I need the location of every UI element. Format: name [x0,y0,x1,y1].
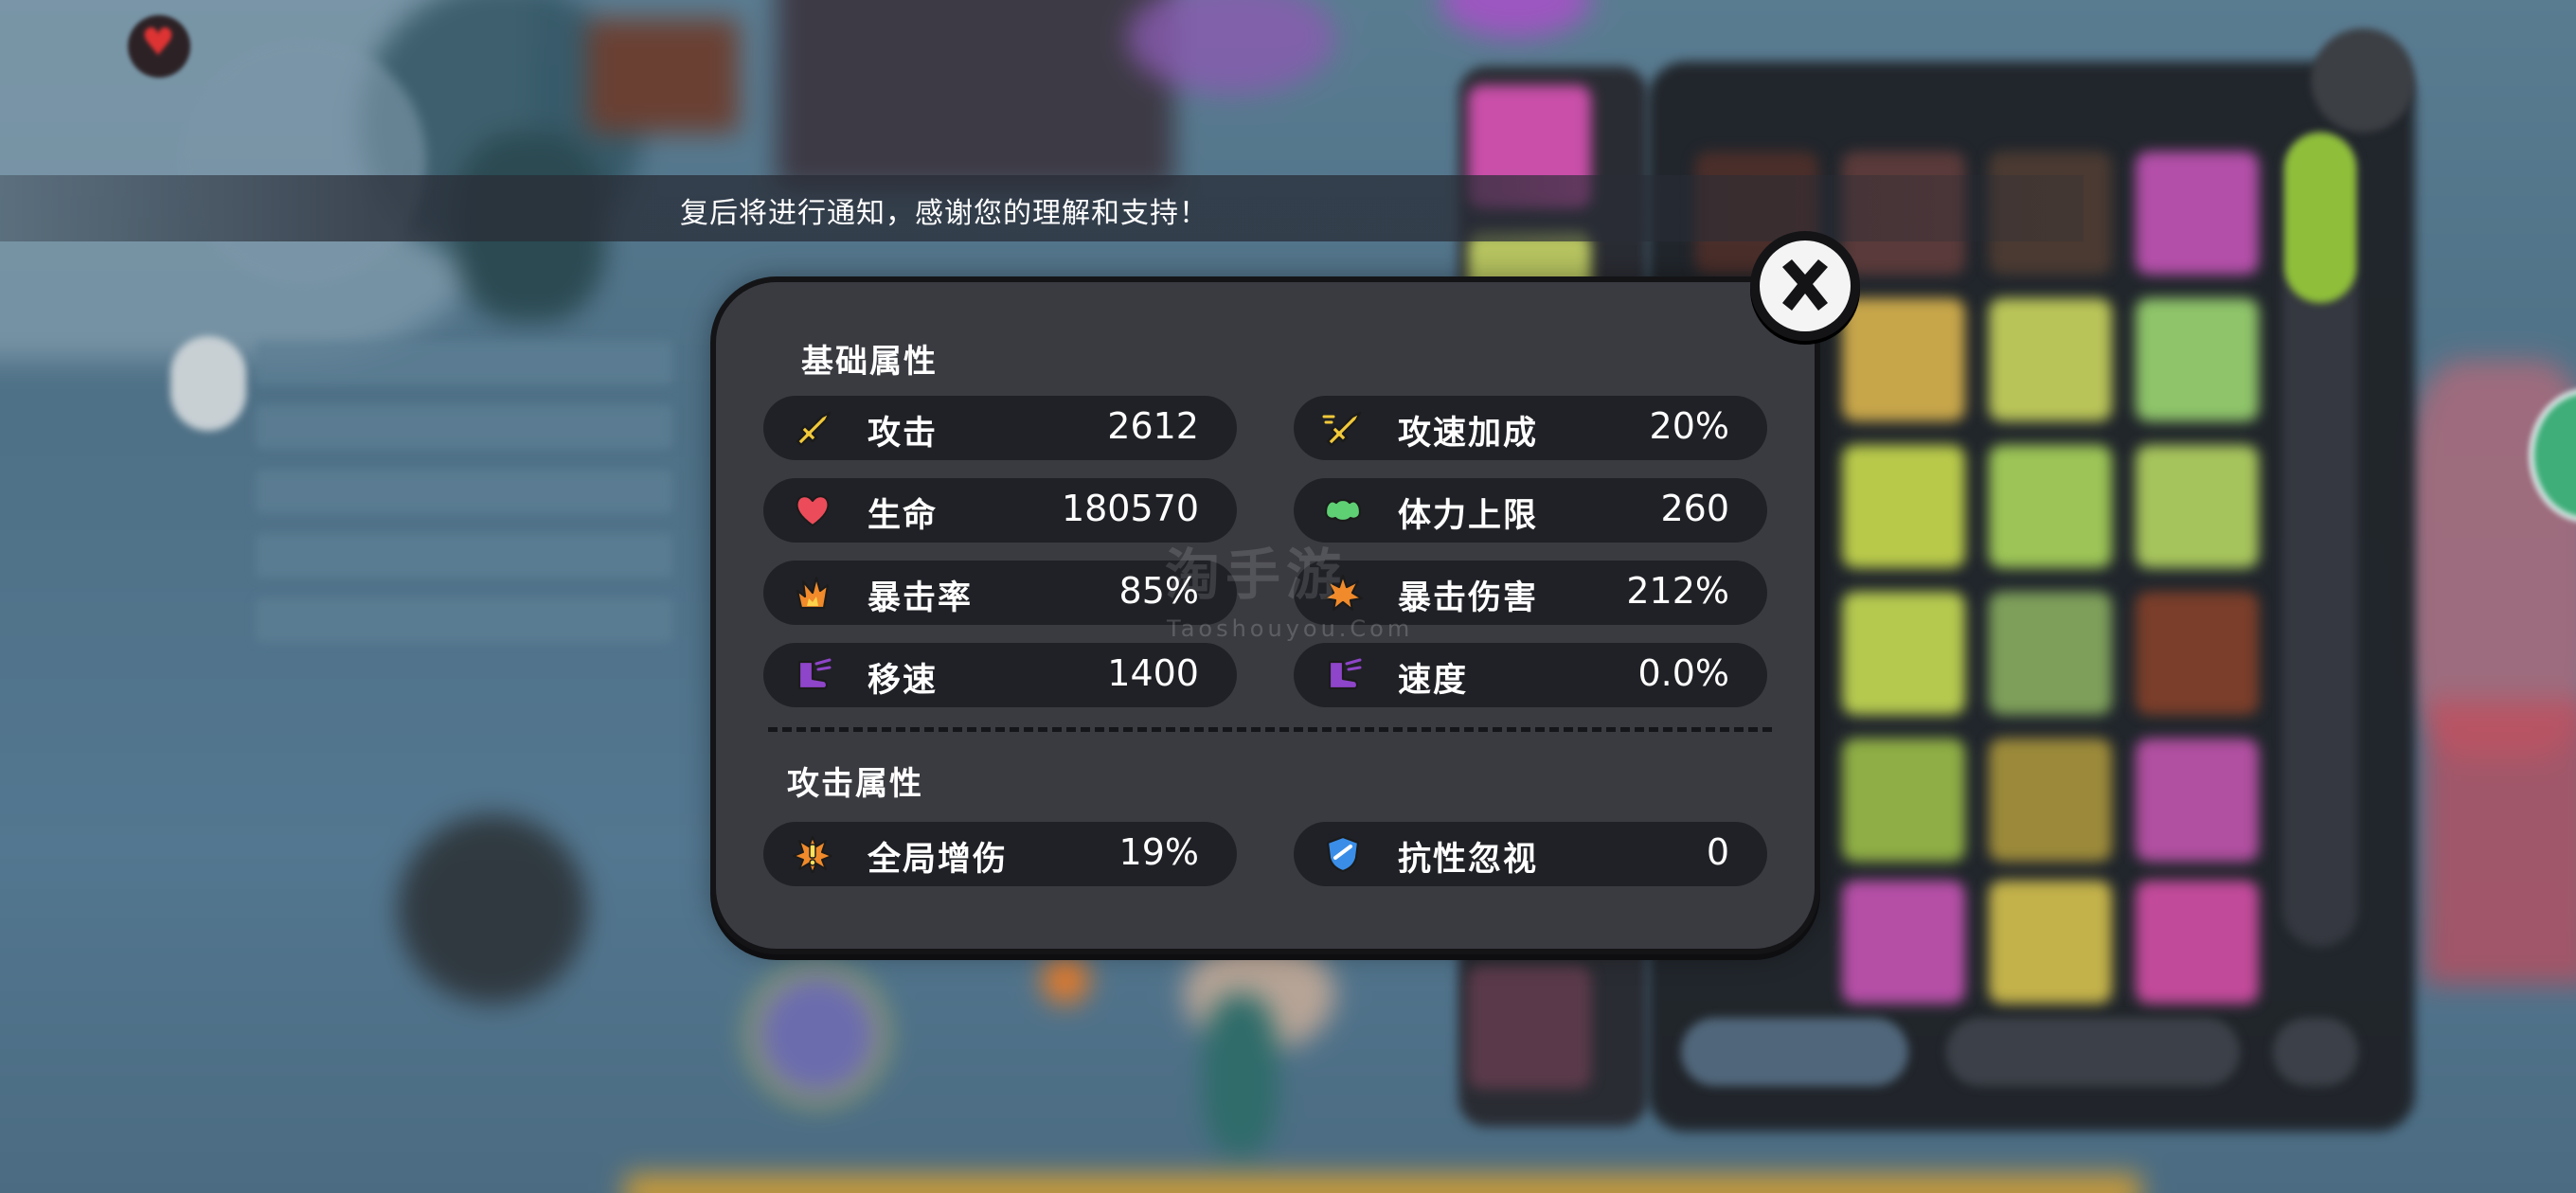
sword-icon [792,409,833,447]
notice-text: 复后将进行通知，感谢您的理解和支持！ [680,197,1208,230]
damage-boost-icon [792,835,833,873]
stat-label: 暴击率 [868,579,974,617]
attack-attributes-title: 攻击属性 [787,765,923,803]
inventory-button [1681,1018,1908,1086]
stat-label: 生命 [868,497,939,535]
avatar [170,336,246,431]
stat-label: 全局增伤 [868,841,1009,879]
stat-row-speed: 速度 0.0% [1294,643,1767,707]
boot-icon [792,656,833,694]
inventory-filter-tab [2284,133,2356,303]
stat-label: 攻速加成 [1398,415,1539,453]
watermark-sub: Taoshouyou.Com [1167,615,1414,642]
stat-label: 速度 [1398,662,1469,700]
inventory-close-icon [2311,28,2415,133]
minimap [180,38,426,284]
basic-attributes-title: 基础属性 [801,343,938,381]
muscle-icon [1322,491,1364,529]
boot-icon [1322,656,1364,694]
virtual-joystick [398,814,587,1004]
shield-icon [1322,835,1364,873]
stat-row-resist-ignore: 抗性忽视 0 [1294,822,1767,886]
inventory-button [1946,1018,2240,1086]
close-button[interactable] [1750,231,1860,341]
team-list [256,341,672,663]
stat-label: 暴击伤害 [1398,579,1539,617]
stat-value: 20% [1649,405,1729,447]
stat-row-attack-speed: 攻速加成 20% [1294,396,1767,460]
stat-value: 180570 [1061,488,1199,529]
stat-label: 攻击 [868,415,939,453]
heart-icon [128,15,190,78]
stat-value: 260 [1660,488,1729,529]
inventory-button [2273,1018,2358,1086]
stat-row-move-speed: 移速 1400 [763,643,1237,707]
stat-value: 0 [1706,831,1729,873]
sword-speed-icon [1322,409,1364,447]
stat-value: 1400 [1107,652,1199,694]
stat-value: 212% [1626,570,1729,612]
heart-icon [792,491,833,529]
stat-value: 19% [1118,831,1199,873]
stat-label: 抗性忽视 [1398,841,1539,879]
stat-label: 移速 [868,662,939,700]
stat-value: 0.0% [1637,652,1729,694]
stat-row-stamina: 体力上限 260 [1294,478,1767,543]
stat-value: 2612 [1107,405,1199,447]
close-icon [1760,240,1851,331]
stat-row-global-damage: 全局增伤 19% [763,822,1237,886]
section-divider [768,727,1772,732]
stat-label: 体力上限 [1398,497,1539,535]
watermark: 淘手游 [1165,543,1348,607]
stat-row-attack: 攻击 2612 [763,396,1237,460]
crit-fire-icon [792,574,833,612]
